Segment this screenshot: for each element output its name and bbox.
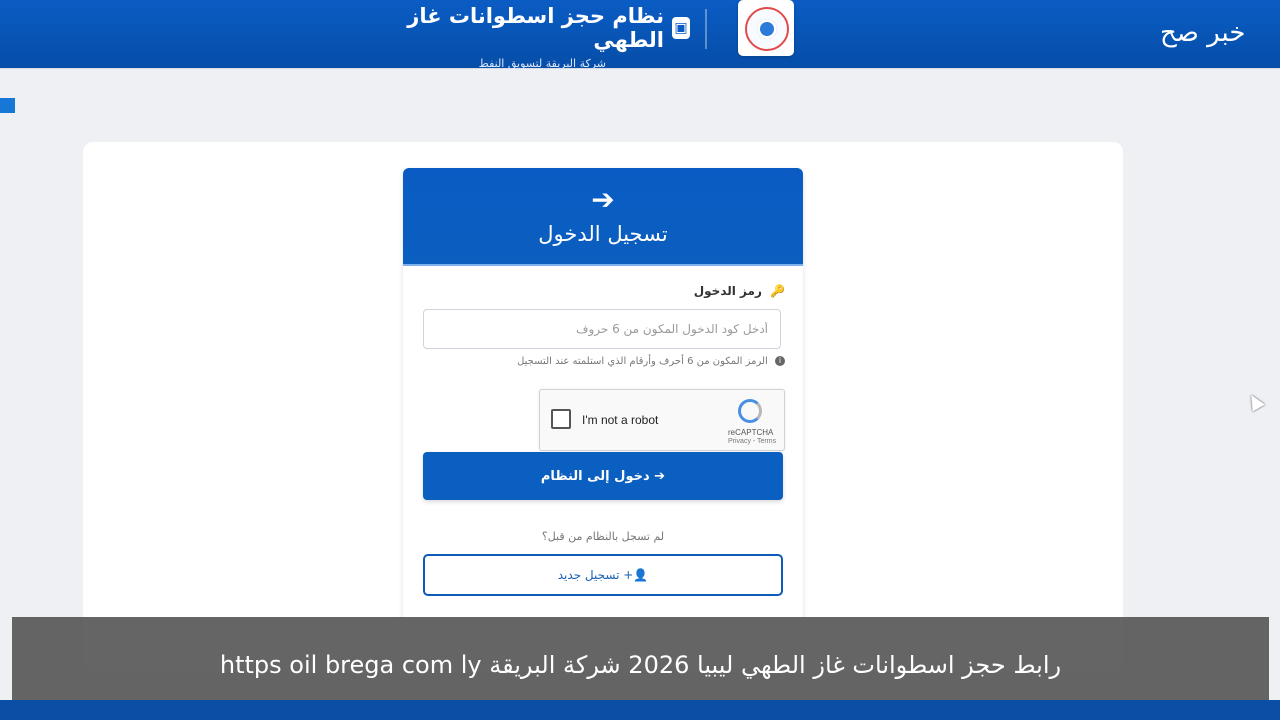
code-field-label: 🔑 رمز الدخول bbox=[694, 284, 785, 298]
system-branding: ▣ نظام حجز اسطوانات غاز الطهي شركة البري… bbox=[390, 4, 690, 70]
captcha-label: I'm not a robot bbox=[582, 413, 659, 427]
side-tab-marker bbox=[0, 98, 15, 113]
channel-watermark: خبر صح bbox=[1160, 18, 1246, 48]
not-registered-text: لم تسجل بالنظام من قبل؟ bbox=[541, 530, 665, 543]
sign-in-icon: ➔ bbox=[591, 183, 615, 216]
mouse-cursor-icon bbox=[1245, 391, 1265, 412]
login-header: ➔ تسجيل الدخول bbox=[403, 168, 803, 266]
header-divider bbox=[705, 9, 707, 49]
logo-emblem bbox=[745, 7, 789, 51]
logo-inner-mark bbox=[757, 19, 777, 39]
access-code-input[interactable] bbox=[423, 309, 781, 349]
key-icon: 🔑 bbox=[770, 284, 785, 298]
login-button[interactable]: ➔ دخول إلى النظام bbox=[423, 452, 783, 500]
code-hint: i الرمز المكون من 6 أحرف وأرقام الذي است… bbox=[517, 356, 785, 367]
register-button-label: تسجيل جديد bbox=[557, 568, 620, 582]
caption-text: رابط حجز اسطوانات غاز الطهي ليبيا 2026 ش… bbox=[219, 651, 1062, 679]
login-button-label: دخول إلى النظام bbox=[540, 468, 650, 484]
top-header: ▣ نظام حجز اسطوانات غاز الطهي شركة البري… bbox=[0, 0, 1280, 70]
recaptcha-widget: I'm not a robot reCAPTCHA Privacy - Term… bbox=[539, 389, 785, 451]
info-icon: i bbox=[775, 356, 785, 366]
captcha-checkbox[interactable] bbox=[551, 409, 571, 429]
system-title-text: نظام حجز اسطوانات غاز الطهي bbox=[407, 4, 664, 52]
company-logo bbox=[738, 0, 794, 56]
bottom-strip bbox=[0, 700, 1280, 720]
gas-pump-icon: ▣ bbox=[671, 17, 690, 39]
code-hint-text: الرمز المكون من 6 أحرف وأرقام الذي استلم… bbox=[517, 356, 768, 367]
caption-overlay: رابط حجز اسطوانات غاز الطهي ليبيا 2026 ش… bbox=[12, 617, 1269, 700]
register-button[interactable]: 👤+ تسجيل جديد bbox=[423, 554, 783, 596]
code-label-text: رمز الدخول bbox=[693, 284, 762, 298]
system-title: ▣ نظام حجز اسطوانات غاز الطهي bbox=[390, 4, 690, 52]
login-title: تسجيل الدخول bbox=[538, 222, 668, 246]
recaptcha-icon bbox=[738, 399, 762, 423]
sign-in-button-icon: ➔ bbox=[654, 468, 666, 484]
company-subtitle: شركة البريقة لتسويق النفط bbox=[478, 57, 606, 70]
recaptcha-links[interactable]: Privacy - Terms bbox=[728, 438, 776, 445]
recaptcha-brand: reCAPTCHA bbox=[728, 428, 774, 437]
login-panel: ➔ تسجيل الدخول 🔑 رمز الدخول i الرمز المك… bbox=[403, 168, 803, 668]
user-plus-icon: 👤+ bbox=[623, 568, 649, 582]
